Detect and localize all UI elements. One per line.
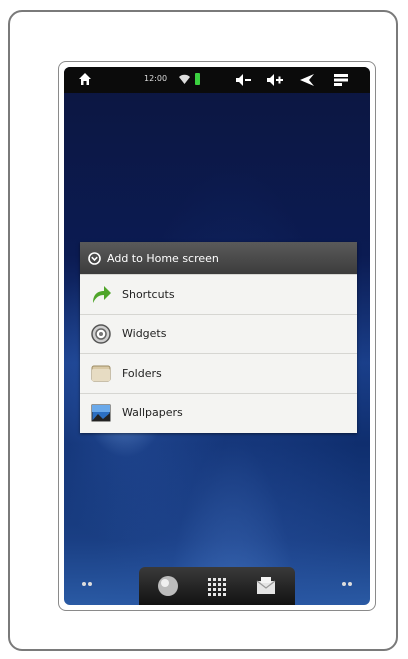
menu-item-label: Widgets [122, 327, 167, 341]
menu-item-widgets[interactable]: Widgets [80, 313, 357, 354]
wifi-icon [179, 74, 190, 84]
app-drawer-grid-icon[interactable] [205, 575, 227, 597]
shortcut-arrow-icon [93, 286, 111, 304]
battery-icon [195, 73, 200, 85]
menu-item-label: Wallpapers [122, 406, 183, 420]
menu-item-folders[interactable]: Folders [80, 353, 357, 393]
menu-icon[interactable] [332, 71, 350, 89]
volume-down-icon[interactable] [234, 71, 252, 89]
home-screen[interactable]: 12:00 Add to Home screen Shortcuts Widge… [64, 67, 370, 605]
menu-item-wallpapers[interactable]: Wallpapers [80, 392, 357, 433]
page-dots-left-icon [82, 582, 92, 586]
volume-up-icon[interactable] [266, 71, 284, 89]
back-icon[interactable] [298, 71, 316, 89]
menu-item-label: Folders [122, 366, 162, 380]
home-icon[interactable] [78, 72, 92, 86]
browser-globe-icon[interactable] [157, 575, 179, 597]
folder-icon [91, 365, 111, 382]
email-icon[interactable] [255, 575, 277, 597]
page-dots-right-icon [342, 582, 352, 586]
wallpaper-icon [91, 404, 111, 422]
clock: 12:00 [144, 74, 168, 83]
dialog-title-bar: Add to Home screen [80, 242, 357, 274]
add-to-home-dialog: Add to Home screen Shortcuts Widgets Fol… [80, 242, 357, 433]
dialog-title: Add to Home screen [107, 251, 219, 265]
menu-item-label: Shortcuts [122, 287, 175, 301]
dock [139, 567, 295, 605]
widgets-icon [91, 324, 111, 344]
chevron-down-circle-icon [88, 251, 101, 265]
status-bar: 12:00 [64, 67, 370, 93]
menu-item-shortcuts[interactable]: Shortcuts [80, 274, 357, 314]
